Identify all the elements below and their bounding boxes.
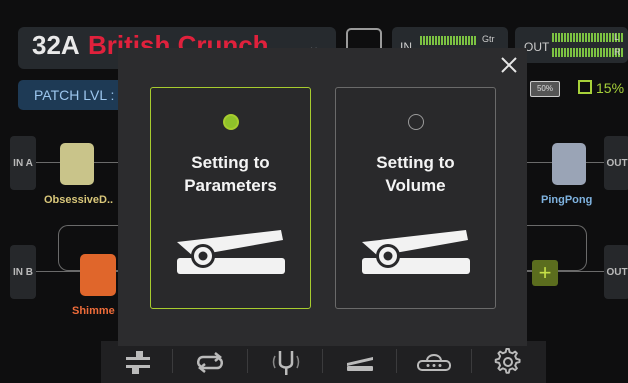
settings-gear-icon[interactable] [486, 344, 530, 380]
output-right-label: R [614, 47, 621, 57]
toolbar-divider [396, 349, 397, 373]
option-parameters-card[interactable]: Setting to Parameters [150, 87, 311, 309]
expression-pedal-icon[interactable] [338, 344, 382, 380]
option-volume-title: Setting to Volume [336, 151, 495, 197]
expression-pedal-icon [362, 230, 470, 274]
option-volume-title-line2: Volume [385, 176, 446, 195]
output-meter-label: OUT [524, 40, 550, 54]
toolbar-divider [172, 349, 173, 373]
output-meter-bar-right [552, 48, 623, 57]
reverb-pedal[interactable] [80, 254, 116, 296]
input-channel-label: Gtr [482, 34, 495, 44]
input-a-node[interactable]: IN A [10, 136, 36, 190]
option-parameters-title: Setting to Parameters [151, 151, 310, 197]
signal-chain-icon[interactable] [116, 344, 160, 380]
output-meter-bar-left [552, 33, 623, 42]
footswitch-icon[interactable] [412, 344, 456, 380]
toolbar-divider [471, 349, 472, 373]
option-volume-card[interactable]: Setting to Volume [335, 87, 496, 309]
option-parameters-title-line1: Setting to [191, 153, 270, 172]
overdrive-pedal[interactable] [60, 143, 94, 185]
pedal-a-label: ObsessiveD.. [44, 194, 114, 206]
tuner-icon[interactable] [264, 344, 308, 380]
option-parameters-title-line2: Parameters [184, 176, 277, 195]
expression-pedal-icon [177, 230, 285, 274]
add-block-button[interactable]: + [532, 260, 558, 286]
output-a-node[interactable]: OUT [604, 136, 628, 190]
cpu-icon [578, 80, 592, 94]
looper-icon[interactable] [188, 344, 232, 380]
cpu-usage: 15% [596, 80, 625, 96]
patch-number: 32A [32, 30, 80, 60]
patch-level-label: PATCH LVL : [34, 87, 115, 103]
output-left-label: L [614, 32, 620, 42]
toolbar-divider [322, 349, 323, 373]
option-volume-radio[interactable] [408, 114, 424, 130]
pedal-c-label: PingPong [541, 194, 593, 206]
option-parameters-radio[interactable] [223, 114, 239, 130]
input-meter-bar [420, 36, 476, 45]
delay-pedal[interactable] [552, 143, 586, 185]
pedal-b-label: Shimme [72, 305, 115, 317]
output-b-node[interactable]: OUT [604, 245, 628, 299]
option-volume-title-line1: Setting to [376, 153, 455, 172]
battery-icon: 50% [530, 81, 560, 97]
input-b-node[interactable]: IN B [10, 245, 36, 299]
close-icon[interactable] [499, 55, 519, 75]
toolbar-divider [247, 349, 248, 373]
bottom-toolbar [101, 341, 546, 383]
